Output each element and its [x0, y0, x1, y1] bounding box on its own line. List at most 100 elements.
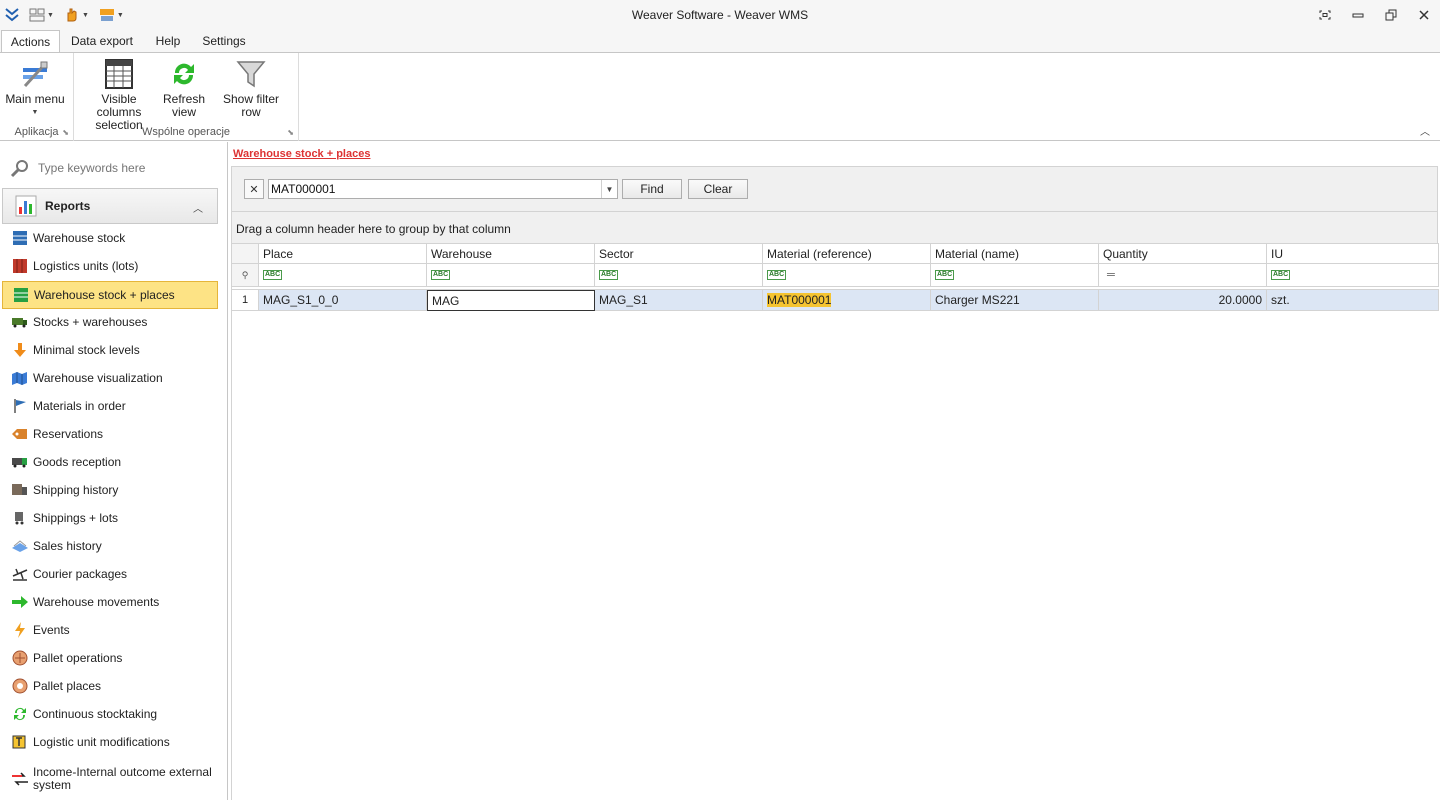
dialog-launcher-icon[interactable]: ⬊ [62, 128, 69, 137]
sidebar-item-label: Pallet places [33, 679, 102, 693]
red-container-icon [12, 258, 28, 274]
cycle-icon [12, 706, 28, 722]
tab-settings[interactable]: Settings [196, 30, 252, 52]
sidebar-item-pallet-places[interactable]: Pallet places [2, 672, 218, 700]
row-number: 1 [232, 290, 259, 311]
sidebar-item-label: Logistic unit modifications [33, 735, 170, 749]
text-filter-icon: ABC [767, 270, 787, 280]
sidebar-item-warehouse-visualization[interactable]: Warehouse visualization [2, 364, 218, 392]
minimize-button[interactable] [1341, 0, 1374, 30]
tab-help[interactable]: Help [148, 30, 188, 52]
sidebar-item-label: Warehouse stock + places [34, 288, 175, 302]
sidebar-item-events[interactable]: Events [2, 616, 218, 644]
cell-place[interactable]: MAG_S1_0_0 [259, 290, 427, 311]
sidebar-item-label: Minimal stock levels [33, 343, 140, 357]
window-title: Weaver Software - Weaver WMS [631, 8, 809, 22]
find-button[interactable]: Find [622, 179, 682, 199]
sidebar-item-pallet-operations[interactable]: Pallet operations [2, 644, 218, 672]
fullscreen-button[interactable] [1308, 0, 1341, 30]
main-menu-label: Main menu [5, 92, 65, 106]
sidebar-item-reservations[interactable]: Reservations [2, 420, 218, 448]
search-input[interactable] [38, 161, 208, 175]
filter-cell-iu[interactable]: ABC [1267, 264, 1439, 287]
column-header-place[interactable]: Place [259, 243, 427, 264]
find-input[interactable] [271, 181, 601, 197]
title-bar: ▼ ▼ ▼ Weaver Software - Weaver WMS [0, 0, 1440, 30]
refresh-view-button[interactable]: Refresh view [160, 57, 208, 119]
columns-table-icon [103, 57, 135, 91]
sidebar-item-shipping-history[interactable]: Shipping history [2, 476, 218, 504]
column-header-quantity[interactable]: Quantity [1099, 243, 1267, 264]
close-find-panel-button[interactable]: ✕ [244, 179, 264, 199]
green-arrow-icon [12, 594, 28, 610]
sidebar-item-label: Pallet operations [33, 651, 123, 665]
cell-warehouse[interactable]: MAG [427, 290, 595, 311]
map-icon [12, 370, 28, 386]
text-filter-icon: ABC [935, 270, 955, 280]
column-header-warehouse[interactable]: Warehouse [427, 243, 595, 264]
close-button[interactable] [1407, 0, 1440, 30]
filter-cell-place[interactable]: ABC [259, 264, 427, 287]
sidebar-item-minimal-stock[interactable]: Minimal stock levels [2, 336, 218, 364]
filter-cell-quantity[interactable]: ═ [1099, 264, 1267, 287]
table-row[interactable]: 1 MAG_S1_0_0 MAG MAG_S1 MAT000001 Charge… [232, 289, 1439, 311]
visible-columns-button[interactable]: Visible columns selection [82, 57, 156, 132]
sidebar-item-continuous-stocktaking[interactable]: Continuous stocktaking [2, 700, 218, 728]
sidebar-item-goods-reception[interactable]: Goods reception [2, 448, 218, 476]
collapse-ribbon-icon[interactable]: ︿ [1420, 123, 1430, 138]
sidebar-item-logistics-units[interactable]: Logistics units (lots) [2, 252, 218, 280]
fullscreen-icon [1319, 10, 1330, 20]
sidebar-item-materials-in-order[interactable]: Materials in order [2, 392, 218, 420]
search-icon [10, 160, 28, 178]
sidebar-item-sales-history[interactable]: Sales history [2, 532, 218, 560]
column-header-sector[interactable]: Sector [595, 243, 763, 264]
tab-actions[interactable]: Actions [1, 30, 60, 53]
ribbon-group-wspolne-operacje: Visible columns selection Refresh view S… [74, 53, 299, 141]
tab-data-export[interactable]: Data export [64, 30, 140, 52]
down-arrow-icon [12, 342, 28, 358]
window-controls [1308, 0, 1440, 30]
sidebar-search [10, 158, 218, 178]
dialog-launcher-icon[interactable]: ⬊ [287, 128, 294, 137]
sidebar-item-logistic-unit-modifications[interactable]: Logistic unit modifications [2, 728, 218, 756]
cell-quantity[interactable]: 20.0000 [1099, 290, 1267, 311]
sidebar-item-warehouse-stock-places[interactable]: Warehouse stock + places [2, 281, 218, 309]
filter-cell-material-reference[interactable]: ABC [763, 264, 931, 287]
chevron-down-icon[interactable]: ▼ [601, 180, 617, 198]
column-header-iu[interactable]: IU [1267, 243, 1439, 264]
filter-cell-material-name[interactable]: ABC [931, 264, 1099, 287]
document-title[interactable]: Warehouse stock + places [233, 148, 370, 160]
sidebar-item-warehouse-stock[interactable]: Warehouse stock [2, 224, 218, 252]
sidebar-item-warehouse-movements[interactable]: Warehouse movements [2, 588, 218, 616]
ribbon-tab-bar: Actions Data export Help Settings [0, 30, 1440, 53]
show-filter-row-button[interactable]: Show filter row [212, 57, 290, 119]
sidebar-item-stocks-warehouses[interactable]: Stocks + warehouses [2, 308, 218, 336]
cell-iu[interactable]: szt. [1267, 290, 1439, 311]
text-filter-icon: ABC [1271, 270, 1291, 280]
find-combo[interactable]: ▼ [268, 179, 618, 199]
cell-material-name[interactable]: Charger MS221 [931, 290, 1099, 311]
chevron-up-icon[interactable]: ︿ [193, 200, 203, 215]
reports-group-header[interactable]: Reports ︿ [2, 188, 218, 224]
sidebar-item-courier-packages[interactable]: Courier packages [2, 560, 218, 588]
sidebar-item-income-internal-outcome[interactable]: Income-Internal outcome external system [2, 762, 218, 796]
restore-button[interactable] [1374, 0, 1407, 30]
sidebar-item-shippings-lots[interactable]: Shippings + lots [2, 504, 218, 532]
sidebar-item-label: Warehouse stock [33, 231, 126, 245]
clear-button[interactable]: Clear [688, 179, 748, 199]
show-filter-row-label: Show filter row [222, 92, 280, 119]
edit-unit-icon [12, 734, 28, 750]
group-by-hint: Drag a column header here to group by th… [236, 222, 511, 236]
column-header-material-name[interactable]: Material (name) [931, 243, 1099, 264]
group-by-panel[interactable]: Drag a column header here to group by th… [231, 212, 1438, 244]
filter-cell-sector[interactable]: ABC [595, 264, 763, 287]
cell-sector[interactable]: MAG_S1 [595, 290, 763, 311]
text-filter-icon: ABC [599, 270, 619, 280]
blue-shelf-icon [12, 230, 28, 246]
cell-material-reference[interactable]: MAT000001 [763, 290, 931, 311]
filter-cell-warehouse[interactable]: ABC [427, 264, 595, 287]
main-menu-button[interactable]: Main menu ▼ [5, 57, 65, 119]
grid-filter-row: ⚲ ABC ABC ABC ABC ABC ═ ABC [232, 264, 1439, 287]
flag-icon [12, 398, 28, 414]
column-header-material-reference[interactable]: Material (reference) [763, 243, 931, 264]
